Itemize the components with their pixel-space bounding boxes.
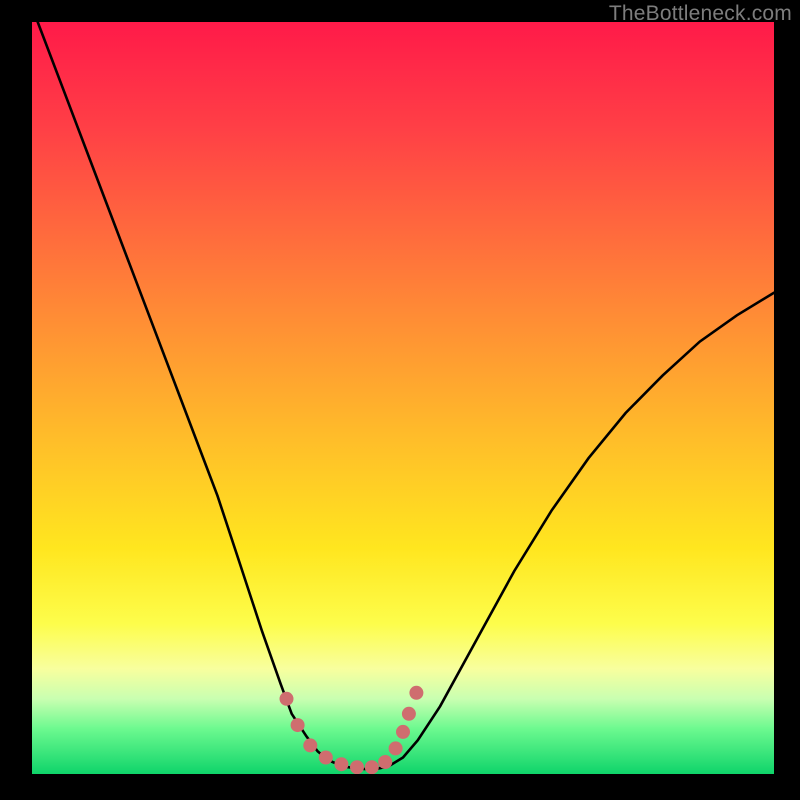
watermark-text: TheBottleneck.com	[609, 2, 792, 26]
curve-right	[373, 293, 774, 770]
highlight-dot	[350, 760, 364, 774]
highlight-dot	[389, 741, 403, 755]
curve-left	[32, 22, 373, 770]
plot-area	[32, 22, 774, 774]
curve-layer	[32, 22, 774, 774]
highlight-dot	[280, 692, 294, 706]
dot-cluster	[280, 686, 424, 774]
highlight-dot	[378, 755, 392, 769]
highlight-dot	[291, 718, 305, 732]
highlight-dot	[303, 738, 317, 752]
highlight-dot	[334, 757, 348, 771]
highlight-dot	[409, 686, 423, 700]
highlight-dot	[365, 760, 379, 774]
highlight-dot	[396, 725, 410, 739]
chart-frame: TheBottleneck.com	[0, 0, 800, 800]
highlight-dot	[319, 751, 333, 765]
highlight-dot	[402, 707, 416, 721]
